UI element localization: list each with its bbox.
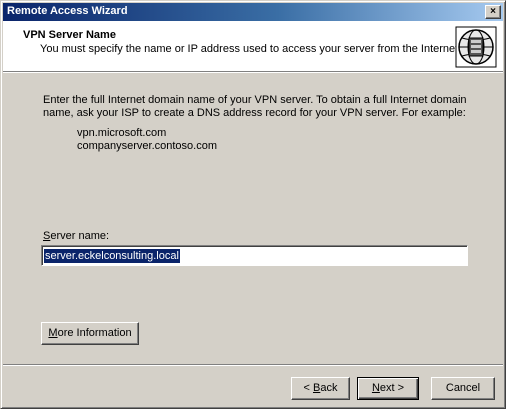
next-button[interactable]: Next > [357,377,419,400]
next-label: ext > [379,382,405,394]
window-title: Remote Access Wizard [7,5,128,17]
footer-separator [3,364,503,366]
back-button[interactable]: < Back [291,377,350,400]
title-bar[interactable]: Remote Access Wizard × [3,3,503,21]
back-label: ack [320,382,338,394]
globe-server-icon [455,26,497,68]
example-list: vpn.microsoft.com companyserver.contoso.… [77,127,217,153]
cancel-label: Cancel [445,382,481,394]
more-info-accel: M [48,327,58,339]
server-name-input[interactable]: server.eckelconsulting.local [41,245,468,266]
example-item: vpn.microsoft.com [77,127,167,139]
next-accel: N [371,382,380,394]
page-subtitle: You must specify the name or IP address … [40,43,462,55]
instruction-text: Enter the full Internet domain name of y… [43,94,467,119]
wizard-window: Remote Access Wizard × VPN Server Name Y… [0,0,506,409]
server-name-label-rest: erver name: [50,230,110,242]
wizard-header: VPN Server Name You must specify the nam… [3,21,503,72]
server-name-label: Server name: [43,230,109,242]
server-name-value: server.eckelconsulting.local [44,249,180,263]
close-icon: × [490,6,496,17]
cancel-button[interactable]: Cancel [431,377,495,400]
example-item: companyserver.contoso.com [77,140,218,152]
page-title: VPN Server Name [23,29,116,41]
back-prefix: < [303,382,313,394]
more-information-button[interactable]: More Information [41,322,139,345]
more-info-label: ore Information [57,327,132,339]
close-button[interactable]: × [485,5,501,19]
